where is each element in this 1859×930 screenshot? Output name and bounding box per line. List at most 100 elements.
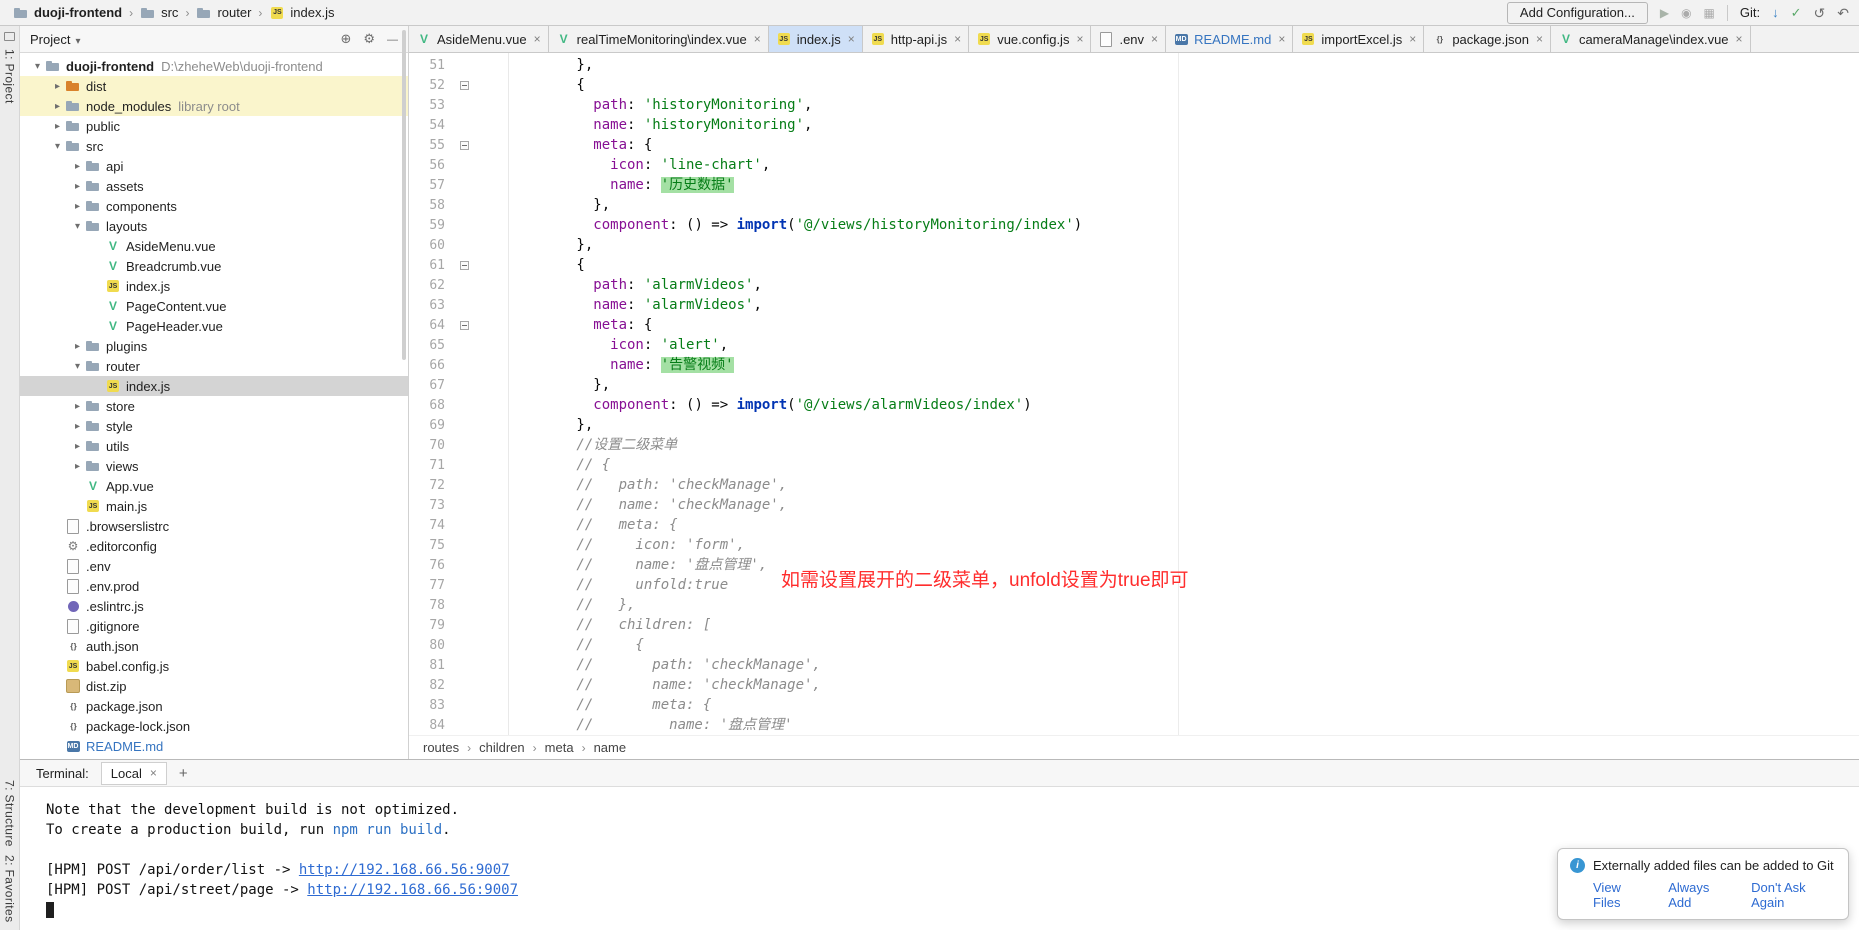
code-line[interactable]: // path: 'checkManage',	[509, 655, 1859, 675]
code-line[interactable]: // children: [	[509, 615, 1859, 635]
breadcrumb-item[interactable]: duoji-frontend	[10, 5, 125, 21]
chevron-down-icon[interactable]	[75, 32, 80, 47]
editor-tab[interactable]: http-api.js	[863, 26, 969, 52]
tree-item[interactable]: .gitignore	[20, 616, 408, 636]
rollback-icon[interactable]	[1837, 6, 1849, 20]
editor-tab[interactable]: .env	[1091, 26, 1166, 52]
chevron-right-icon[interactable]	[50, 121, 65, 132]
tree-item[interactable]: AsideMenu.vue	[20, 236, 408, 256]
tree-item[interactable]: src	[20, 136, 408, 156]
tab-close-icon[interactable]	[1536, 32, 1543, 46]
tree-item[interactable]: utils	[20, 436, 408, 456]
project-view-title[interactable]: Project	[30, 32, 70, 47]
code-line[interactable]: },	[509, 195, 1859, 215]
gear-icon[interactable]	[363, 31, 375, 47]
code-line[interactable]: name: 'alarmVideos',	[509, 295, 1859, 315]
tree-item[interactable]: store	[20, 396, 408, 416]
history-icon[interactable]	[1814, 6, 1826, 20]
tab-close-icon[interactable]	[848, 32, 855, 46]
chevron-right-icon[interactable]	[70, 401, 85, 412]
code-line[interactable]: name: '历史数据'	[509, 175, 1859, 195]
tree-item[interactable]: App.vue	[20, 476, 408, 496]
tree-item[interactable]: duoji-frontendD:\zheheWeb\duoji-frontend	[20, 56, 408, 76]
tab-close-icon[interactable]	[1278, 32, 1285, 46]
code-line[interactable]: },	[509, 415, 1859, 435]
code-line[interactable]: // {	[509, 635, 1859, 655]
editor-tab[interactable]: vue.config.js	[969, 26, 1091, 52]
editor-breadcrumb-item[interactable]: meta	[545, 740, 574, 755]
code-line[interactable]: name: 'historyMonitoring',	[509, 115, 1859, 135]
tab-close-icon[interactable]	[534, 32, 541, 46]
tree-item[interactable]: README.md	[20, 736, 408, 756]
tool-button-structure[interactable]: 7: Structure	[3, 780, 17, 847]
notification-action-link[interactable]: Don't Ask Again	[1751, 880, 1836, 910]
code-line[interactable]: component: () => import('@/views/alarmVi…	[509, 395, 1859, 415]
code-line[interactable]: // name: 'checkManage',	[509, 675, 1859, 695]
editor-tab[interactable]: package.json	[1424, 26, 1551, 52]
debug-icon[interactable]	[1681, 7, 1691, 19]
code-area[interactable]: }, { path: 'historyMonitoring', name: 'h…	[509, 53, 1859, 735]
tree-item[interactable]: index.js	[20, 376, 408, 396]
tree-item[interactable]: .browserslistrc	[20, 516, 408, 536]
code-line[interactable]: },	[509, 55, 1859, 75]
fold-marker-icon[interactable]	[460, 321, 469, 330]
chevron-down-icon[interactable]	[70, 221, 85, 232]
code-line[interactable]: // {	[509, 455, 1859, 475]
chevron-right-icon[interactable]	[70, 461, 85, 472]
chevron-right-icon[interactable]	[70, 161, 85, 172]
code-line[interactable]: // path: 'checkManage',	[509, 475, 1859, 495]
chevron-right-icon[interactable]	[70, 181, 85, 192]
tab-close-icon[interactable]	[1076, 32, 1083, 46]
tree-item[interactable]: router	[20, 356, 408, 376]
editor-tab[interactable]: index.js	[769, 26, 863, 52]
tree-item[interactable]: layouts	[20, 216, 408, 236]
terminal-tab-local[interactable]: Local	[101, 762, 167, 785]
tree-item[interactable]: public	[20, 116, 408, 136]
code-line[interactable]: // name: '盘点管理'	[509, 715, 1859, 735]
tree-item[interactable]: api	[20, 156, 408, 176]
tree-item[interactable]: views	[20, 456, 408, 476]
code-line[interactable]: // icon: 'form',	[509, 535, 1859, 555]
code-line[interactable]: path: 'historyMonitoring',	[509, 95, 1859, 115]
tab-close-icon[interactable]	[754, 32, 761, 46]
chevron-right-icon[interactable]	[70, 201, 85, 212]
tab-close-icon[interactable]	[954, 32, 961, 46]
tree-item[interactable]: index.js	[20, 276, 408, 296]
tab-close-icon[interactable]	[150, 766, 157, 780]
hide-panel-icon[interactable]	[387, 31, 398, 47]
tree-item[interactable]: babel.config.js	[20, 656, 408, 676]
tree-item[interactable]: style	[20, 416, 408, 436]
tree-item[interactable]: Breadcrumb.vue	[20, 256, 408, 276]
fold-marker-icon[interactable]	[460, 81, 469, 90]
editor-tab[interactable]: realTimeMonitoring\index.vue	[549, 26, 769, 52]
git-commit-icon[interactable]	[1791, 6, 1802, 19]
tree-item[interactable]: dist.zip	[20, 676, 408, 696]
code-line[interactable]: path: 'alarmVideos',	[509, 275, 1859, 295]
tree-item[interactable]: PageHeader.vue	[20, 316, 408, 336]
editor-tab[interactable]: README.md	[1166, 26, 1293, 52]
tree-item[interactable]: auth.json	[20, 636, 408, 656]
code-line[interactable]: icon: 'alert',	[509, 335, 1859, 355]
code-line[interactable]: // },	[509, 595, 1859, 615]
tool-button-favorites[interactable]: 2: Favorites	[3, 855, 17, 923]
code-line[interactable]: // meta: {	[509, 695, 1859, 715]
tree-item[interactable]: package.json	[20, 696, 408, 716]
editor-tab[interactable]: cameraManage\index.vue	[1551, 26, 1751, 52]
code-line[interactable]: // name: 'checkManage',	[509, 495, 1859, 515]
chevron-right-icon[interactable]	[70, 421, 85, 432]
chevron-down-icon[interactable]	[70, 361, 85, 372]
tab-close-icon[interactable]	[1736, 32, 1743, 46]
tree-item[interactable]: node_moduleslibrary root	[20, 96, 408, 116]
editor-breadcrumb-item[interactable]: routes	[423, 740, 459, 755]
tree-item[interactable]: package-lock.json	[20, 716, 408, 736]
code-line[interactable]: {	[509, 255, 1859, 275]
chevron-right-icon[interactable]	[70, 341, 85, 352]
locate-file-icon[interactable]	[340, 31, 351, 47]
editor-breadcrumb-item[interactable]: children	[479, 740, 525, 755]
chevron-right-icon[interactable]	[70, 441, 85, 452]
tree-item[interactable]: main.js	[20, 496, 408, 516]
fold-marker-icon[interactable]	[460, 261, 469, 270]
notification-action-link[interactable]: Always Add	[1668, 880, 1731, 910]
code-line[interactable]: name: '告警视频'	[509, 355, 1859, 375]
tab-close-icon[interactable]	[1409, 32, 1416, 46]
